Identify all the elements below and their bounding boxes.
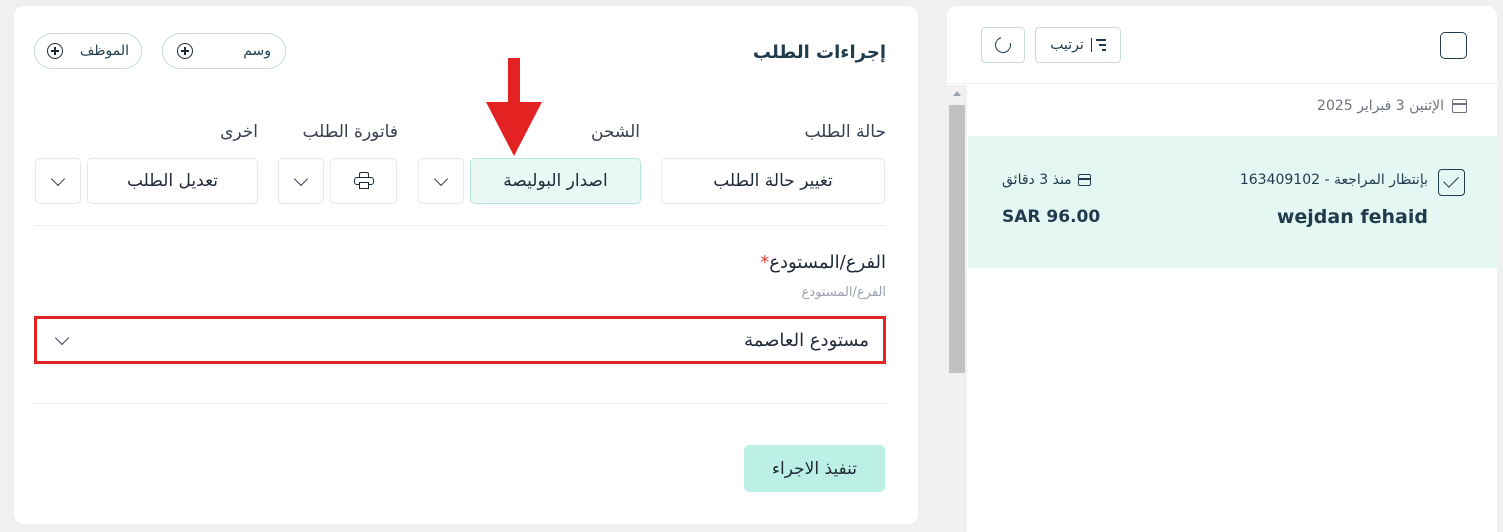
calendar-icon (1452, 99, 1467, 113)
refresh-icon (992, 34, 1014, 56)
branch-select[interactable]: مستودع العاصمة (34, 316, 886, 364)
scrollbar[interactable] (947, 85, 967, 532)
issue-waybill-button[interactable]: اصدار البوليصة (470, 158, 641, 204)
edit-order-label: تعديل الطلب (126, 171, 219, 191)
branch-field-label: *الفرع/المستودع (756, 252, 886, 273)
chevron-down-icon (54, 330, 70, 345)
sort-icon (1090, 38, 1106, 52)
panel-title: إجراءات الطلب (752, 42, 886, 63)
edit-order-button[interactable]: تعديل الطلب (87, 158, 258, 204)
required-mark: * (760, 252, 770, 273)
divider (34, 225, 886, 226)
order-time: منذ 3 دقائق (1002, 172, 1091, 188)
add-employee-label: الموظف (79, 43, 129, 59)
customer-name: wejdan fehaid (1276, 206, 1428, 228)
orders-list-panel: ترتيب الإثنين 3 فبراير 2025 بإنتظار المر… (947, 6, 1497, 532)
scroll-thumb[interactable] (949, 105, 965, 373)
plus-circle-icon (47, 43, 63, 59)
select-all-checkbox[interactable] (1440, 32, 1467, 59)
scroll-up-icon[interactable] (953, 91, 961, 96)
execute-action-button[interactable]: تنفيذ الاجراء (744, 445, 885, 492)
other-label: اخرى (220, 122, 258, 142)
change-status-label: تغيير حالة الطلب (713, 171, 833, 191)
add-tag-button[interactable]: وسم (162, 33, 286, 69)
chevron-down-icon (293, 171, 309, 186)
add-employee-button[interactable]: الموظف (34, 33, 142, 69)
issue-waybill-label: اصدار البوليصة (503, 171, 608, 191)
date-group-header: الإثنين 3 فبراير 2025 (1317, 98, 1467, 114)
execute-action-label: تنفيذ الاجراء (772, 458, 857, 479)
order-time-label: منذ 3 دقائق (1002, 172, 1072, 188)
print-invoice-button[interactable] (330, 158, 397, 204)
refresh-button[interactable] (981, 27, 1025, 63)
add-tag-label: وسم (243, 43, 271, 59)
date-group-label: الإثنين 3 فبراير 2025 (1317, 98, 1444, 114)
order-status-label: حالة الطلب (804, 122, 886, 142)
branch-label-text: الفرع/المستودع (769, 252, 886, 273)
order-status-id: بإنتظار المراجعة - 163409102 (1239, 172, 1428, 188)
sort-label: ترتيب (1050, 37, 1084, 53)
order-checkbox[interactable] (1438, 169, 1465, 196)
order-amount: SAR 96.00 (1002, 207, 1101, 227)
shipping-dropdown-button[interactable] (418, 158, 464, 204)
chevron-down-icon (50, 171, 66, 186)
invoice-dropdown-button[interactable] (278, 158, 324, 204)
order-actions-panel: إجراءات الطلب الموظف وسم حالة الطلب الشح… (14, 6, 918, 524)
divider (34, 403, 886, 404)
list-header: ترتيب (947, 6, 1497, 84)
order-list-item[interactable]: بإنتظار المراجعة - 163409102 wejdan feha… (968, 136, 1497, 268)
branch-field-hint: الفرع/المستودع (801, 285, 886, 300)
invoice-label: فاتورة الطلب (302, 122, 398, 142)
printer-icon (353, 172, 374, 190)
shipping-label: الشحن (591, 122, 640, 142)
change-status-button[interactable]: تغيير حالة الطلب (661, 158, 885, 204)
other-dropdown-button[interactable] (35, 158, 81, 204)
red-arrow-down-icon (486, 58, 542, 156)
calendar-icon (1077, 174, 1091, 186)
branch-selected-value: مستودع العاصمة (744, 329, 869, 351)
sort-button[interactable]: ترتيب (1035, 27, 1121, 63)
plus-circle-icon (177, 43, 193, 59)
chevron-down-icon (433, 171, 449, 186)
